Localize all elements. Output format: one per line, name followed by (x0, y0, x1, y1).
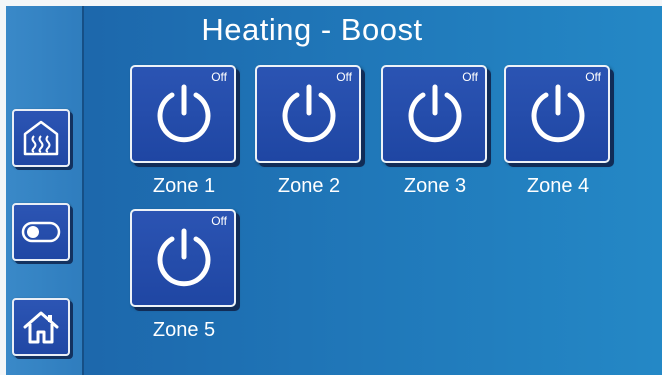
power-icon (403, 81, 467, 150)
heating-nav-button[interactable] (12, 109, 70, 167)
page-title: Heating - Boost (201, 12, 423, 47)
home-icon (22, 309, 60, 345)
zone-3-power-button[interactable]: Off (381, 65, 487, 163)
zone-5-power-button[interactable]: Off (130, 209, 236, 307)
zone-label: Zone 2 (277, 175, 341, 197)
power-icon (152, 81, 216, 150)
heating-house-icon (21, 118, 61, 158)
toggle-switch-icon (21, 220, 61, 244)
zone-2-power-button[interactable]: Off (255, 65, 361, 163)
power-icon (152, 225, 216, 294)
toggle-nav-button[interactable] (12, 203, 70, 261)
zone-1-power-button[interactable]: Off (130, 65, 236, 163)
zone-4: Off Zone 4 (504, 65, 612, 198)
zone-2: Off Zone 2 (255, 65, 363, 198)
screen: Heating - Boost Off Zone 1 Off Zone 2 Of… (0, 0, 662, 375)
zone-label: Zone 1 (152, 175, 216, 197)
power-icon (526, 81, 590, 150)
zone-label: Zone 3 (403, 175, 467, 197)
power-icon (277, 81, 341, 150)
zone-5: Off Zone 5 (130, 209, 238, 342)
zone-3: Off Zone 3 (381, 65, 489, 198)
sidebar (6, 6, 84, 375)
zone-1: Off Zone 1 (130, 65, 238, 198)
home-nav-button[interactable] (12, 298, 70, 356)
zone-label: Zone 4 (526, 175, 590, 197)
main-panel: Heating - Boost Off Zone 1 Off Zone 2 Of… (6, 6, 662, 375)
zone-label: Zone 5 (152, 319, 216, 341)
zone-4-power-button[interactable]: Off (504, 65, 610, 163)
